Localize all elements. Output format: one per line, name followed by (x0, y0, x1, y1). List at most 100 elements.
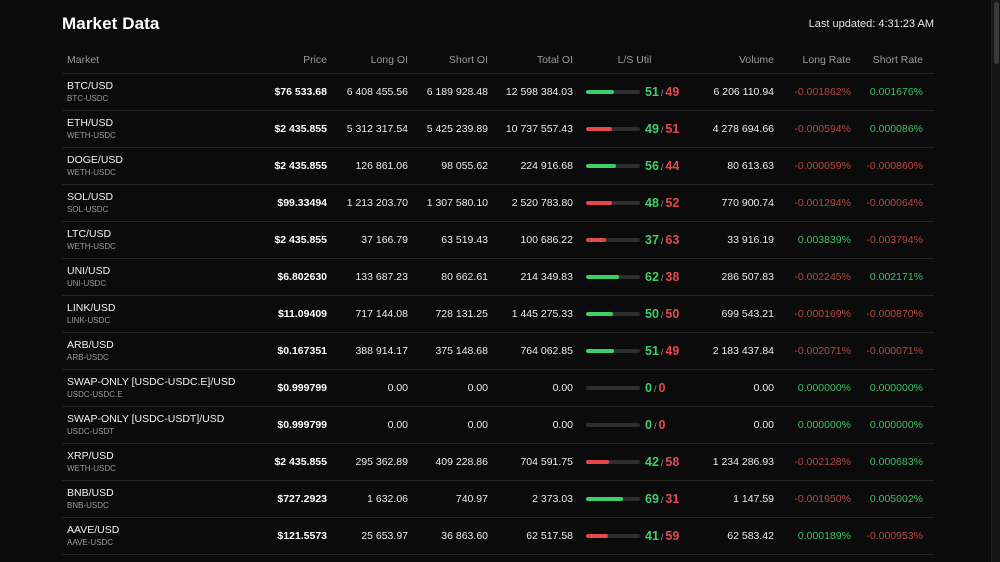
price-cell: $0.999799 (277, 382, 327, 394)
column-header-long-oi[interactable]: Long OI (327, 54, 408, 66)
long-oi-cell: 717 144.08 (355, 308, 408, 320)
table-row[interactable]: DOGE/USD WETH-USDC $2 435.855 126 861.06 98 … (62, 148, 934, 185)
short-util: 63 (665, 233, 680, 247)
volume-cell: 4 278 694.66 (712, 123, 774, 135)
utilization-bar-fill (586, 275, 620, 279)
utilization-bar (586, 423, 640, 427)
market-name: SWAP-ONLY [USDC-USDC.E]/USD (67, 376, 236, 388)
column-header-long-rate[interactable]: Long Rate (774, 54, 851, 66)
market-collateral: AAVE-USDC (67, 538, 114, 547)
table-row[interactable]: BNB/USD BNB-USDC $727.2923 1 632.06 740.97 2 … (62, 481, 934, 518)
column-header-short-rate[interactable]: Short Rate (851, 54, 929, 66)
table-row[interactable]: SOL/USD SOL-USDC $99.33494 1 213 203.70 1 30… (62, 185, 934, 222)
utilization-bar-fill (586, 127, 613, 131)
util-separator: / (660, 162, 664, 172)
column-header-price[interactable]: Price (247, 54, 327, 66)
short-rate-cell: 0.000086% (869, 123, 923, 135)
scrollbar-track[interactable] (991, 0, 1000, 562)
market-name: ARB/USD (67, 339, 114, 351)
column-header-ls-util[interactable]: L/S Util (573, 54, 696, 66)
market-cell: BNB/USD BNB-USDC (62, 487, 247, 511)
table-row[interactable]: SWAP-ONLY [USDC-USDT]/USD USDC-USDT $0.999… (62, 407, 934, 444)
total-oi-cell: 224 916.68 (520, 160, 573, 172)
utilization-bar-fill (586, 497, 624, 501)
market-name: BNB/USD (67, 487, 114, 499)
column-header-short-oi[interactable]: Short OI (408, 54, 488, 66)
column-header-market[interactable]: Market (62, 54, 247, 66)
short-util: 38 (665, 270, 680, 284)
utilization-bar-fill (586, 201, 612, 205)
market-cell: XRP/USD WETH-USDC (62, 450, 247, 474)
ls-util-cell: 41/59 (573, 529, 696, 543)
utilization-bar (586, 275, 640, 279)
volume-cell: 62 583.42 (727, 530, 774, 542)
long-rate-cell: -0.000169% (794, 308, 851, 320)
column-header-volume[interactable]: Volume (696, 54, 774, 66)
scrollbar-thumb[interactable] (994, 2, 999, 64)
market-name: UNI/USD (67, 265, 111, 277)
price-cell: $0.999799 (277, 419, 327, 431)
total-oi-cell: 2 520 783.80 (511, 197, 573, 209)
ls-util-cell: 49/51 (573, 122, 696, 136)
utilization-text: 0/0 (645, 418, 683, 432)
short-oi-cell: 36 863.60 (441, 530, 488, 542)
utilization-text: 42/58 (645, 455, 683, 469)
utilization-text: 0/0 (645, 381, 683, 395)
table-row[interactable]: AAVE/USD AAVE-USDC $121.5573 25 653.97 36 86… (62, 518, 934, 555)
market-cell: AAVE/USD AAVE-USDC (62, 524, 247, 548)
long-util: 49 (645, 122, 659, 136)
short-rate-cell: -0.003794% (866, 234, 923, 246)
table-row[interactable]: ARB/USD ARB-USDC $0.167351 388 914.17 375 14… (62, 333, 934, 370)
short-oi-cell: 375 148.68 (435, 345, 488, 357)
long-rate-cell: 0.000000% (797, 382, 851, 394)
total-oi-cell: 10 737 557.43 (505, 123, 573, 135)
table-row[interactable]: ETH/USD WETH-USDC $2 435.855 5 312 317.54 5 … (62, 111, 934, 148)
short-oi-cell: 740.97 (455, 493, 488, 505)
util-separator: / (660, 125, 664, 135)
util-separator: / (653, 384, 657, 394)
util-separator: / (660, 458, 664, 468)
short-rate-cell: 0.000000% (869, 419, 923, 431)
util-separator: / (660, 310, 664, 320)
volume-cell: 1 234 286.93 (712, 456, 774, 468)
page-title: Market Data (62, 14, 160, 33)
util-separator: / (660, 273, 664, 283)
utilization-text: 37/63 (645, 233, 683, 247)
table-row[interactable]: XRP/USD WETH-USDC $2 435.855 295 362.89 409 … (62, 444, 934, 481)
market-cell: SWAP-ONLY [USDC-USDT]/USD USDC-USDT (62, 413, 247, 437)
long-rate-cell: -0.000594% (794, 123, 851, 135)
long-oi-cell: 0.00 (387, 419, 408, 431)
volume-cell: 1 147.59 (733, 493, 774, 505)
market-collateral: WETH-USDC (67, 242, 116, 251)
short-util: 59 (665, 529, 680, 543)
market-name: SOL/USD (67, 191, 114, 203)
market-name: XRP/USD (67, 450, 114, 462)
long-util: 50 (645, 307, 659, 321)
short-util: 31 (665, 492, 680, 506)
table-row[interactable]: BTC/USD BTC-USDC $76 533.68 6 408 455.56 6 1… (62, 74, 934, 111)
total-oi-cell: 2 373.03 (532, 493, 573, 505)
volume-cell: 6 206 110.94 (713, 86, 774, 98)
short-util: 0 (658, 381, 666, 395)
util-separator: / (660, 495, 664, 505)
market-name: AAVE/USD (67, 524, 120, 536)
long-util: 0 (645, 418, 652, 432)
long-rate-cell: -0.002128% (794, 456, 851, 468)
table-row[interactable]: UNI/USD UNI-USDC $6.802630 133 687.23 80 662… (62, 259, 934, 296)
column-header-total-oi[interactable]: Total OI (488, 54, 573, 66)
utilization-bar (586, 164, 640, 168)
util-separator: / (660, 532, 664, 542)
market-cell: SWAP-ONLY [USDC-USDC.E]/USD USDC-USDC.E (62, 376, 247, 400)
long-rate-cell: 0.003839% (797, 234, 851, 246)
utilization-bar (586, 349, 640, 353)
market-collateral: SOL-USDC (67, 205, 109, 214)
market-name: ETH/USD (67, 117, 114, 129)
table-row[interactable]: LTC/USD WETH-USDC $2 435.855 37 166.79 63 51… (62, 222, 934, 259)
util-separator: / (660, 236, 664, 246)
long-oi-cell: 1 632.06 (367, 493, 408, 505)
table-row[interactable]: LINK/USD LINK-USDC $11.09409 717 144.08 728 … (62, 296, 934, 333)
util-separator: / (653, 421, 657, 431)
market-cell: ETH/USD WETH-USDC (62, 117, 247, 141)
table-row[interactable]: SWAP-ONLY [USDC-USDC.E]/USD USDC-USDC.E $0… (62, 370, 934, 407)
last-updated-text: Last updated: 4:31:23 AM (808, 18, 934, 30)
